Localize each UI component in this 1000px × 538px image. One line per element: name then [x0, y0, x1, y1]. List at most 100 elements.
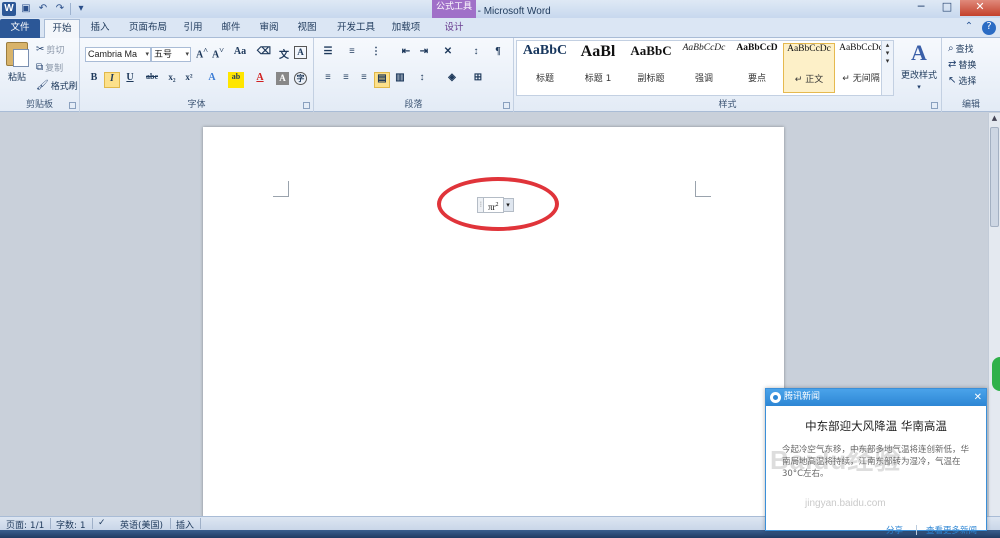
- select-button[interactable]: ↖ 选择: [948, 74, 976, 87]
- scrollbar-thumb[interactable]: [990, 127, 999, 227]
- tab-file[interactable]: 文件: [0, 19, 40, 38]
- minimize-button[interactable]: ─: [908, 0, 934, 16]
- style-strong[interactable]: AaBbCcD 要点: [731, 43, 783, 93]
- highlight-circle-annotation: [437, 177, 559, 231]
- character-shading-icon[interactable]: A: [276, 72, 289, 85]
- find-button[interactable]: ⌕ 查找: [948, 42, 974, 55]
- tab-references[interactable]: 引用: [178, 19, 208, 38]
- superscript-icon[interactable]: x²: [181, 72, 197, 88]
- vertical-scrollbar[interactable]: ▲: [988, 113, 1000, 516]
- line-spacing-icon[interactable]: ↕: [414, 72, 430, 88]
- shading-icon[interactable]: ◈: [444, 72, 460, 88]
- font-name-combobox[interactable]: Cambria Ma ▾: [85, 47, 151, 62]
- tab-design[interactable]: 设计: [434, 19, 474, 38]
- style-subtitle[interactable]: AaBbC 副标题: [625, 43, 677, 93]
- justify-icon[interactable]: ▤: [374, 72, 390, 88]
- enclose-characters-icon[interactable]: 字: [294, 72, 307, 85]
- phonetic-guide-icon[interactable]: 文: [276, 46, 292, 62]
- chinese-layout-icon[interactable]: ✕: [440, 46, 456, 62]
- tab-view[interactable]: 视图: [292, 19, 322, 38]
- italic-icon[interactable]: I: [104, 72, 120, 88]
- footer-separator: [916, 525, 917, 535]
- paste-button[interactable]: 粘贴: [4, 42, 30, 90]
- align-left-icon[interactable]: ≡: [320, 72, 336, 88]
- styles-gallery-scroll[interactable]: ▴ ▾ ▾: [881, 41, 893, 95]
- borders-icon[interactable]: ⊞: [470, 72, 486, 88]
- style-emphasis[interactable]: AaBbCcDc 强调: [678, 43, 730, 93]
- sort-icon[interactable]: ↕: [468, 46, 484, 62]
- change-styles-button[interactable]: A 更改样式 ▾: [900, 40, 938, 91]
- news-popup-header: 腾讯新闻 ✕: [766, 389, 986, 406]
- more-news-link[interactable]: 查看更多新闻: [926, 524, 977, 536]
- maximize-button[interactable]: □: [934, 0, 960, 16]
- cut-button[interactable]: ✂ 剪切: [36, 43, 64, 56]
- style-no-spacing[interactable]: AaBbCcDc ↵ 无间隔: [835, 43, 887, 93]
- font-dialog-launcher[interactable]: [303, 102, 310, 109]
- windows-taskbar: [0, 530, 1000, 538]
- status-separator: [92, 518, 93, 529]
- replace-button[interactable]: ⇄ 替换: [948, 58, 976, 71]
- news-headline[interactable]: 中东部迎大风降温 华南高温: [766, 418, 986, 434]
- share-link[interactable]: 分享: [886, 524, 903, 536]
- change-case-icon[interactable]: Aa: [232, 46, 248, 62]
- minimize-ribbon-icon[interactable]: ⌃: [962, 21, 976, 35]
- grow-font-icon[interactable]: A˄: [194, 46, 210, 62]
- tab-insert[interactable]: 插入: [84, 19, 116, 38]
- find-icon: ⌕: [948, 43, 954, 54]
- distributed-icon[interactable]: ▥: [392, 72, 408, 88]
- copy-button[interactable]: ⧉ 复制: [36, 61, 63, 74]
- scroll-up-icon[interactable]: ▲: [989, 113, 1000, 124]
- tab-review[interactable]: 审阅: [254, 19, 284, 38]
- clear-formatting-icon[interactable]: ⌫: [256, 46, 272, 62]
- strikethrough-icon[interactable]: abc: [144, 72, 160, 88]
- close-button[interactable]: ✕: [960, 0, 1000, 16]
- tab-addins[interactable]: 加载项: [386, 19, 426, 38]
- font-group: Cambria Ma ▾ 五号 ▾ A˄ A˅ Aa ⌫ 文 A B I U abc…: [80, 38, 314, 112]
- clipboard-dialog-launcher[interactable]: [69, 102, 76, 109]
- style-heading-1[interactable]: AaBl 标题 1: [572, 43, 624, 93]
- shrink-font-icon[interactable]: A˅: [210, 46, 226, 62]
- bold-icon[interactable]: B: [86, 72, 102, 88]
- tab-mailings[interactable]: 邮件: [216, 19, 246, 38]
- text-effects-icon[interactable]: A: [204, 72, 220, 88]
- character-border-icon[interactable]: A: [294, 46, 307, 59]
- close-icon[interactable]: ✕: [974, 389, 982, 406]
- help-icon[interactable]: ?: [982, 21, 996, 35]
- clipboard-group: 粘贴 ✂ 剪切 ⧉ 复制 🖌 格式刷 剪贴板: [0, 38, 80, 112]
- tab-developer[interactable]: 开发工具: [330, 19, 382, 38]
- decrease-indent-icon[interactable]: ⇤: [398, 46, 414, 62]
- paintbrush-icon: 🖌: [36, 80, 49, 91]
- multilevel-list-icon[interactable]: ⋮: [368, 46, 384, 62]
- font-color-icon[interactable]: A: [252, 72, 268, 88]
- highlight-color-icon[interactable]: ab: [228, 72, 244, 88]
- change-styles-icon: A: [911, 40, 927, 65]
- tab-page-layout[interactable]: 页面布局: [122, 19, 174, 38]
- font-size-combobox[interactable]: 五号 ▾: [151, 47, 191, 62]
- tab-home[interactable]: 开始: [44, 19, 80, 38]
- style-title[interactable]: AaBbC 标题: [519, 43, 571, 93]
- select-icon: ↖: [948, 75, 957, 86]
- bullets-icon[interactable]: ☰: [320, 46, 336, 62]
- scissors-icon: ✂: [36, 44, 45, 55]
- document-page[interactable]: ⋮ πr2 ▾: [203, 127, 784, 527]
- style-normal[interactable]: AaBbCcDc ↵ 正文: [783, 43, 835, 93]
- increase-indent-icon[interactable]: ⇥: [416, 46, 432, 62]
- replace-icon: ⇄: [948, 59, 957, 70]
- baidu-watermark: Baidu经验: [770, 445, 902, 475]
- styles-gallery: AaBbC 标题 AaBl 标题 1 AaBbC 副标题 AaBbCcDc 强调…: [516, 40, 894, 96]
- numbering-icon[interactable]: ≡: [344, 46, 360, 62]
- paragraph-dialog-launcher[interactable]: [503, 102, 510, 109]
- align-center-icon[interactable]: ≡: [338, 72, 354, 88]
- proofing-icon[interactable]: ✓: [98, 518, 106, 528]
- subscript-icon[interactable]: x₂: [164, 72, 180, 88]
- styles-dialog-launcher[interactable]: [931, 102, 938, 109]
- floating-assistant-icon[interactable]: [992, 357, 1000, 391]
- format-painter-button[interactable]: 🖌 格式刷: [36, 79, 78, 92]
- editing-group-label: 编辑: [961, 100, 980, 110]
- copy-icon: ⧉: [36, 62, 44, 73]
- show-marks-icon[interactable]: ¶: [490, 46, 506, 62]
- align-right-icon[interactable]: ≡: [356, 72, 372, 88]
- ribbon-right-icons: ⌃ ?: [962, 21, 996, 35]
- underline-icon[interactable]: U: [122, 72, 138, 88]
- status-separator: [200, 518, 201, 529]
